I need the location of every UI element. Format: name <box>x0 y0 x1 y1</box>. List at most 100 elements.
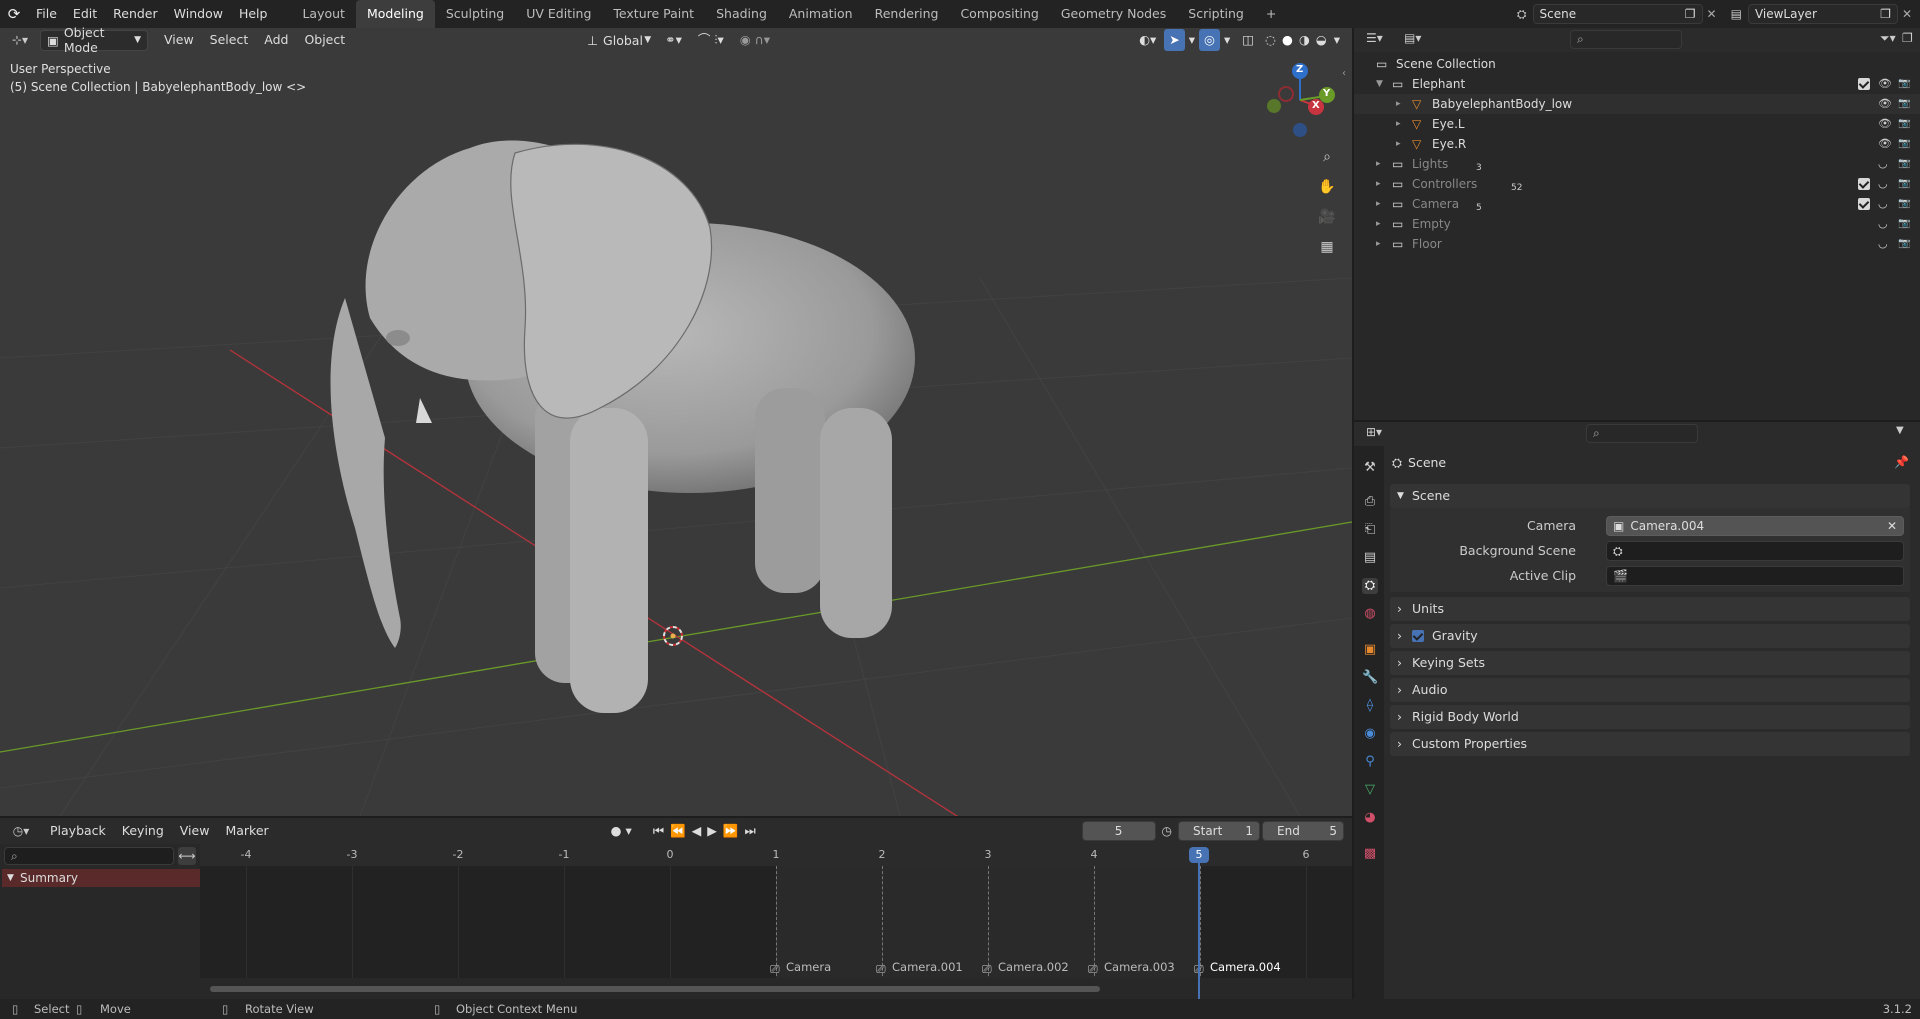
render-camera-icon[interactable]: 📷 <box>1898 94 1910 114</box>
render-camera-icon[interactable]: 📷 <box>1898 134 1910 154</box>
material-shading-icon[interactable]: ◑ <box>1296 29 1313 51</box>
menu-window[interactable]: Window <box>166 0 231 28</box>
exclude-checkbox[interactable] <box>1858 198 1870 210</box>
visibility-eye-icon[interactable]: ◡ <box>1878 194 1888 214</box>
perspective-grid-icon[interactable]: ▦ <box>1316 236 1338 258</box>
chevron-down-icon[interactable]: ▼ <box>1896 425 1904 436</box>
constraints-tab-icon[interactable]: ⚲ <box>1362 754 1378 770</box>
pan-hand-icon[interactable]: ✋ <box>1316 176 1338 198</box>
xray-icon[interactable]: ◫ <box>1234 29 1262 51</box>
playhead-line[interactable] <box>1198 854 1200 999</box>
render-camera-icon[interactable]: 📷 <box>1898 234 1910 254</box>
copy-icon[interactable]: ❐ <box>1880 7 1891 21</box>
tab-uv-editing[interactable]: UV Editing <box>515 0 602 28</box>
world-tab-icon[interactable]: ◍ <box>1362 606 1378 622</box>
viewport-menu-select[interactable]: Select <box>202 29 257 51</box>
outliner-body[interactable]: ▸ ▽ BabyelephantBody_low 👁 📷 <box>1354 94 1920 114</box>
tab-scripting[interactable]: Scripting <box>1177 0 1255 28</box>
outliner-elephant[interactable]: ▼ ▭ Elephant 👁 📷 <box>1354 74 1920 94</box>
blender-logo-icon[interactable]: ⟳ <box>0 5 28 23</box>
filter-icon[interactable]: ⏷▾ <box>1880 31 1896 46</box>
tab-compositing[interactable]: Compositing <box>949 0 1049 28</box>
visibility-eye-icon[interactable]: 👁 <box>1878 94 1892 114</box>
exclude-checkbox[interactable] <box>1858 178 1870 190</box>
overlays-dropdown-icon[interactable]: ▾ <box>1220 29 1234 51</box>
add-workspace-button[interactable]: + <box>1255 0 1287 28</box>
camera-marker-icon[interactable]: ⎚ <box>770 962 780 977</box>
viewport-menu-object[interactable]: Object <box>296 29 353 51</box>
play-icon[interactable]: ▶ <box>704 820 720 842</box>
preview-range-icon[interactable]: ◷ <box>1162 824 1172 838</box>
outliner-eye-l[interactable]: ▸ ▽ Eye.L 👁 📷 <box>1354 114 1920 134</box>
gizmo-toggle-icon[interactable]: ➤ <box>1164 29 1185 51</box>
overlays-icon[interactable]: ◎ <box>1199 29 1220 51</box>
rendered-shading-icon[interactable]: ◒ <box>1313 29 1330 51</box>
start-frame-field[interactable]: Start 1 <box>1178 821 1260 841</box>
pivot-icon[interactable]: ⚭▾ <box>657 29 690 51</box>
visibility-eye-icon[interactable]: ◡ <box>1878 174 1888 194</box>
particles-tab-icon[interactable]: ⟠ <box>1362 698 1378 714</box>
view-layer-tab-icon[interactable]: ▤ <box>1362 550 1378 566</box>
visibility-icon[interactable]: ◐▾ <box>1131 29 1164 51</box>
gizmo-dropdown-icon[interactable]: ▾ <box>1185 29 1199 51</box>
tab-modeling[interactable]: Modeling <box>355 0 435 28</box>
marker-label[interactable]: Camera.001 <box>892 960 963 974</box>
shading-dropdown-icon[interactable]: ▾ <box>1330 29 1352 51</box>
proportional-edit-icon[interactable]: ◉ ∩▾ <box>732 29 778 51</box>
outliner-floor[interactable]: ▸ ▭ Floor ◡ 📷 <box>1354 234 1920 254</box>
timeline-body[interactable]: ⌕ ⟷ ▼ Summary -4 -3 -2 -1 0 1 2 3 4 5 6 ⎚ Camera ⎚ Cam… <box>0 844 1352 999</box>
pin-icon[interactable]: 📌 <box>1894 455 1909 469</box>
chevron-right-icon[interactable]: ▸ <box>1376 174 1381 194</box>
jump-end-icon[interactable]: ⏭ <box>742 820 759 842</box>
display-mode-icon[interactable]: ▤▾ <box>1404 31 1421 45</box>
camera-marker-icon[interactable]: ⎚ <box>982 962 992 977</box>
timeline-menu-keying[interactable]: Keying <box>114 820 172 842</box>
viewport-menu-add[interactable]: Add <box>256 29 296 51</box>
panel-rigid-body-world[interactable]: › Rigid Body World <box>1390 705 1910 729</box>
modifier-tab-icon[interactable]: 🔧 <box>1362 670 1378 686</box>
new-collection-icon[interactable]: ❐ <box>1902 31 1913 45</box>
chevron-right-icon[interactable]: ▸ <box>1376 194 1381 214</box>
visibility-eye-icon[interactable]: ◡ <box>1878 214 1888 234</box>
close-icon[interactable]: ✕ <box>1707 7 1717 21</box>
summary-channel[interactable]: ▼ Summary <box>2 869 200 887</box>
viewport-menu-view[interactable]: View <box>156 29 202 51</box>
menu-help[interactable]: Help <box>231 0 276 28</box>
swap-icon[interactable]: ⟷ <box>178 847 196 865</box>
marker-label[interactable]: Camera.003 <box>1104 960 1175 974</box>
menu-edit[interactable]: Edit <box>65 0 105 28</box>
3d-viewport[interactable]: User Perspective (5) Scene Collection | … <box>0 28 1352 816</box>
playhead-frame[interactable]: 5 <box>1189 847 1209 863</box>
jump-start-icon[interactable]: ⏮ <box>650 820 667 842</box>
outliner-root[interactable]: ▭ Scene Collection <box>1354 54 1920 74</box>
render-camera-icon[interactable]: 📷 <box>1898 194 1910 214</box>
tab-geometry-nodes[interactable]: Geometry Nodes <box>1050 0 1177 28</box>
clear-icon[interactable]: ✕ <box>1887 519 1897 533</box>
material-tab-icon[interactable]: ◕ <box>1362 810 1378 826</box>
elephant-model[interactable] <box>330 140 915 714</box>
marker-label[interactable]: Camera.004 <box>1210 960 1281 974</box>
texture-tab-icon[interactable]: ▩ <box>1362 846 1378 862</box>
visibility-eye-icon[interactable]: 👁 <box>1878 74 1892 94</box>
outliner-search-input[interactable]: ⌕ <box>1570 30 1682 49</box>
marker-label[interactable]: Camera <box>786 960 831 974</box>
snap-icon[interactable]: ⌒ ⫶▾ <box>690 29 732 51</box>
end-frame-field[interactable]: End 5 <box>1262 821 1344 841</box>
wireframe-shading-icon[interactable]: ◌ <box>1262 29 1279 51</box>
prev-keyframe-icon[interactable]: ⏪ <box>667 820 689 842</box>
mode-dropdown[interactable]: ▣ Object Mode ▼ <box>40 25 148 55</box>
tab-shading[interactable]: Shading <box>705 0 778 28</box>
camera-marker-icon[interactable]: ⎚ <box>876 962 886 977</box>
copy-icon[interactable]: ❐ <box>1685 7 1696 21</box>
view-layer-icon[interactable]: ▤ <box>1731 7 1742 21</box>
zoom-icon[interactable]: ⌕ <box>1316 146 1338 168</box>
next-keyframe-icon[interactable]: ⏩ <box>720 820 742 842</box>
camera-marker-icon[interactable]: ⎚ <box>1088 962 1098 977</box>
tab-sculpting[interactable]: Sculpting <box>435 0 515 28</box>
tab-texture-paint[interactable]: Texture Paint <box>602 0 705 28</box>
timeline-menu-view[interactable]: View <box>172 820 218 842</box>
panel-custom-properties[interactable]: › Custom Properties <box>1390 732 1910 756</box>
close-icon[interactable]: ✕ <box>1902 7 1912 21</box>
panel-keying-sets[interactable]: › Keying Sets <box>1390 651 1910 675</box>
transform-orientation-dropdown[interactable]: ⊥ Global ▼ <box>581 30 657 51</box>
